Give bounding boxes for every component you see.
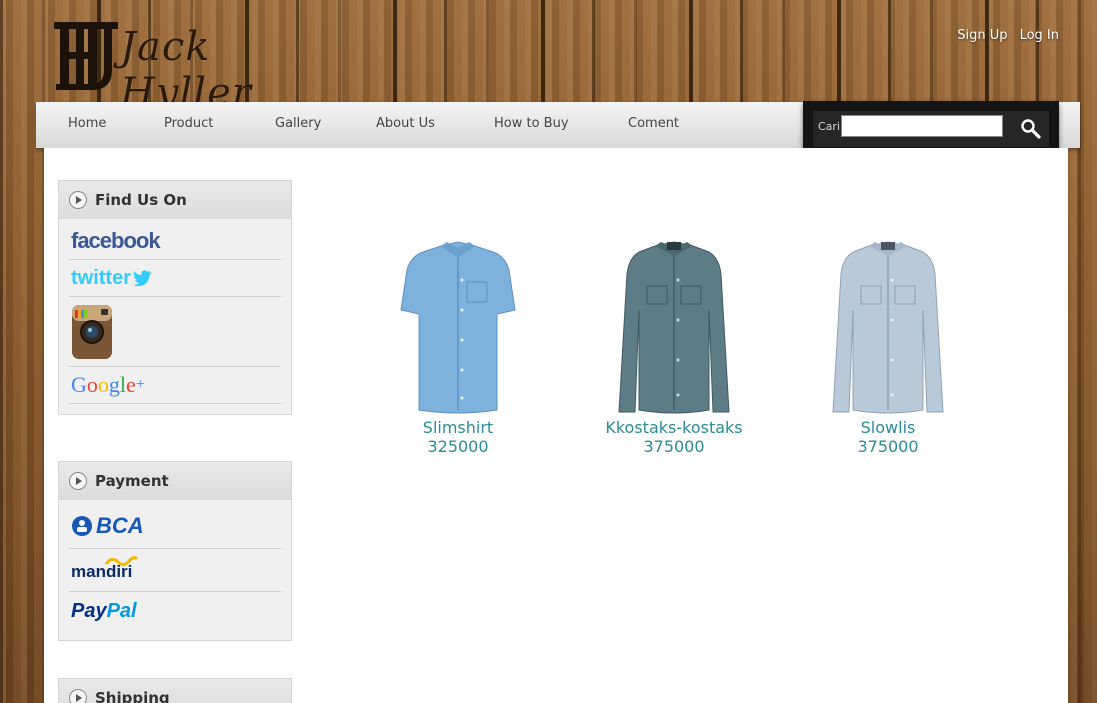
- signup-link[interactable]: Sign Up: [957, 28, 1007, 43]
- mandiri-logo: mandiri: [71, 562, 133, 581]
- nav-item-home[interactable]: Home: [68, 116, 106, 131]
- long-sleeve-shirt-image: [832, 241, 944, 414]
- find-us-title: Find Us On: [95, 191, 187, 209]
- product-card[interactable]: Slowlis 375000: [808, 240, 968, 456]
- instagram-icon: [72, 304, 112, 359]
- mandiri-item[interactable]: mandiri: [69, 549, 281, 592]
- logo-monogram-icon: [54, 22, 118, 90]
- login-link[interactable]: Log In: [1020, 28, 1059, 43]
- search-input[interactable]: [841, 115, 1003, 137]
- find-us-header[interactable]: Find Us On: [59, 181, 291, 219]
- play-arrow-icon: [69, 472, 87, 490]
- twitter-bird-icon: [133, 270, 152, 286]
- google-plus-logo: Google+: [71, 372, 145, 397]
- product-card[interactable]: Slimshirt 325000: [378, 240, 538, 456]
- product-price: 375000: [643, 437, 705, 456]
- find-us-list: facebook twitter Google+: [59, 219, 291, 414]
- account-links: Sign Up Log In: [957, 28, 1059, 43]
- shipping-panel: Shipping: [58, 678, 292, 703]
- payment-header[interactable]: Payment: [59, 462, 291, 500]
- short-sleeve-shirt-image: [400, 241, 516, 414]
- payment-title: Payment: [95, 472, 169, 490]
- shipping-title: Shipping: [95, 689, 170, 703]
- nav-item-how-to-buy[interactable]: How to Buy: [494, 116, 569, 131]
- shipping-header[interactable]: Shipping: [59, 679, 291, 703]
- facebook-link[interactable]: facebook: [69, 223, 281, 260]
- nav-item-product[interactable]: Product: [164, 116, 213, 131]
- nav-item-about-us[interactable]: About Us: [376, 116, 435, 131]
- payment-panel: Payment BCA mandiri PayPal: [58, 461, 292, 641]
- google-plus-link[interactable]: Google+: [69, 367, 281, 404]
- bca-logo-icon: [72, 516, 92, 536]
- paypal-item[interactable]: PayPal: [69, 592, 281, 630]
- play-arrow-icon: [69, 689, 87, 703]
- product-card[interactable]: Kkostaks-kostaks 375000: [594, 240, 754, 456]
- product-price: 325000: [427, 437, 489, 456]
- payment-list: BCA mandiri PayPal: [59, 500, 291, 640]
- search-inner: Cari: [813, 111, 1049, 147]
- main-content: Find Us On facebook twitter Google+ Paym…: [44, 148, 1068, 703]
- instagram-link[interactable]: [69, 297, 281, 367]
- bca-item[interactable]: BCA: [69, 504, 281, 549]
- twitter-logo: twitter: [71, 267, 131, 289]
- bca-logo: BCA: [96, 513, 144, 538]
- facebook-logo: facebook: [71, 228, 161, 253]
- product-name[interactable]: Slimshirt: [378, 418, 538, 437]
- twitter-link[interactable]: twitter: [69, 260, 281, 297]
- search-icon[interactable]: [1019, 117, 1043, 141]
- nav-item-coment[interactable]: Coment: [628, 116, 679, 131]
- nav-item-gallery[interactable]: Gallery: [275, 116, 321, 131]
- long-sleeve-shirt-image: [618, 241, 730, 414]
- paypal-logo: PayPal: [71, 600, 137, 622]
- find-us-panel: Find Us On facebook twitter Google+: [58, 180, 292, 415]
- search-label: Cari: [818, 120, 840, 133]
- product-name[interactable]: Slowlis: [808, 418, 968, 437]
- product-price: 375000: [857, 437, 919, 456]
- brand-logo[interactable]: Jack Hyller: [46, 10, 296, 116]
- play-arrow-icon: [69, 191, 87, 209]
- product-name[interactable]: Kkostaks-kostaks: [594, 418, 754, 437]
